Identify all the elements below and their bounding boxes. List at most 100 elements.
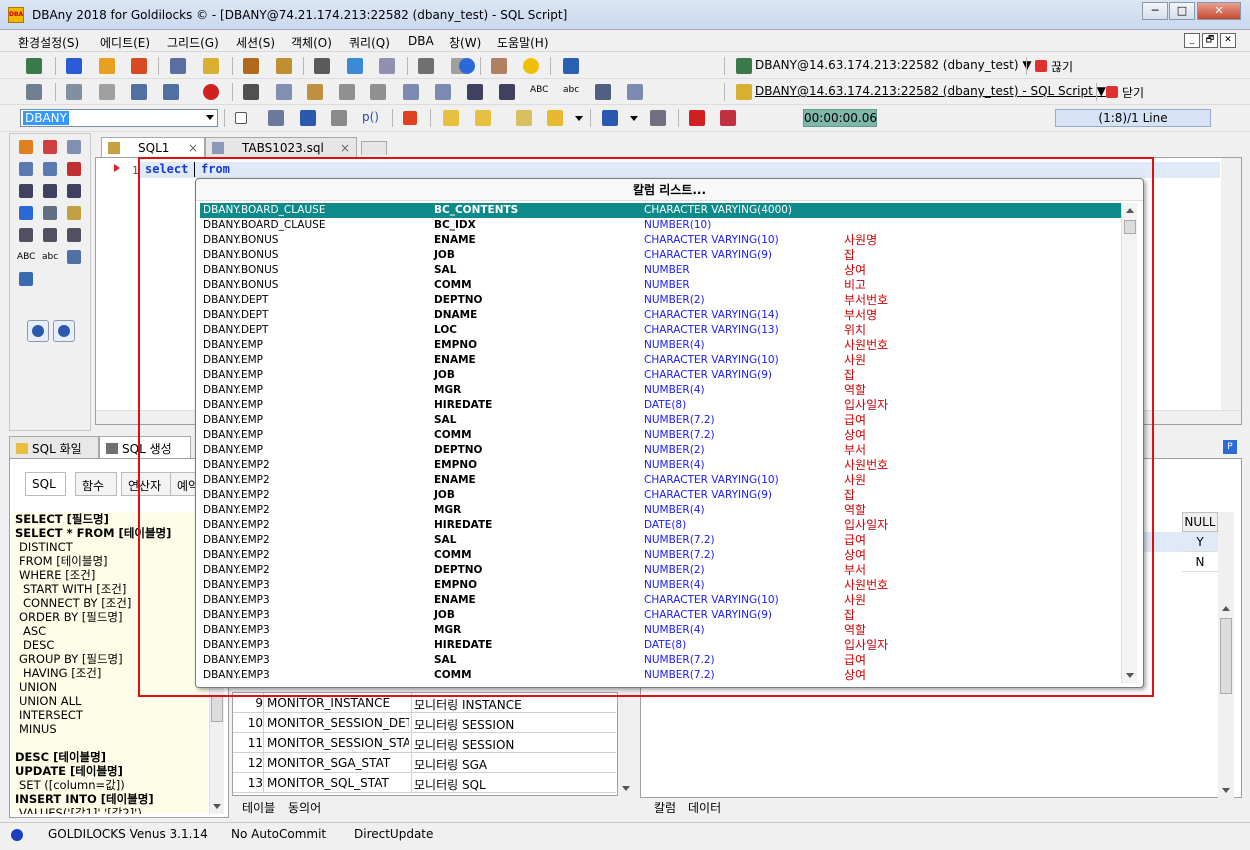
scroll-down-icon[interactable] bbox=[1126, 673, 1134, 678]
list-item[interactable]: DBANY.BOARD_CLAUSE BC_IDX NUMBER(10) bbox=[200, 218, 1121, 233]
grid-icon[interactable] bbox=[720, 110, 736, 126]
snippet-from[interactable]: FROM [테이블명] bbox=[15, 554, 208, 568]
snippet-update[interactable]: UPDATE [테이블명] bbox=[15, 764, 208, 778]
list-view-icon[interactable] bbox=[19, 272, 33, 286]
dba-icon[interactable] bbox=[523, 58, 539, 74]
tab-columns[interactable]: 칼럼 bbox=[654, 799, 676, 816]
menu-query[interactable]: 쿼리(Q) bbox=[349, 34, 390, 51]
list-item[interactable]: DBANY.EMP2 ENAME CHARACTER VARYING(10) 사원 bbox=[200, 473, 1121, 488]
list-icon[interactable] bbox=[170, 58, 186, 74]
open-dropdown-icon[interactable] bbox=[575, 116, 583, 125]
schema-select[interactable]: DBANY bbox=[20, 109, 218, 127]
menu-settings[interactable]: 환경설정(S) bbox=[18, 34, 79, 51]
arrow-right-icon[interactable] bbox=[66, 58, 82, 74]
list-item[interactable]: DBANY.EMP3 SAL NUMBER(7.2) 급여 bbox=[200, 653, 1121, 668]
popup-scroll-thumb[interactable] bbox=[1124, 220, 1136, 234]
folder-list-icon[interactable] bbox=[516, 110, 532, 126]
tab-sql1-close[interactable]: × bbox=[188, 141, 198, 155]
cut-icon[interactable] bbox=[243, 84, 259, 100]
editor-vscrollbar[interactable] bbox=[1221, 158, 1241, 410]
export-icon[interactable] bbox=[689, 110, 705, 126]
print-icon[interactable] bbox=[66, 84, 82, 100]
snippet-minus[interactable]: MINUS bbox=[15, 722, 208, 736]
list-item[interactable]: DBANY.EMP2 MGR NUMBER(4) 역할 bbox=[200, 503, 1121, 518]
tab-data[interactable]: 데이터 bbox=[688, 799, 721, 816]
popup-scrollbar[interactable] bbox=[1121, 203, 1137, 683]
list-item[interactable]: DBANY.EMP MGR NUMBER(4) 역할 bbox=[200, 383, 1121, 398]
menu-dba[interactable]: DBA bbox=[408, 34, 434, 48]
list-item[interactable]: DBANY.EMP3 HIREDATE DATE(8) 입사일자 bbox=[200, 638, 1121, 653]
mdi-restore-button[interactable]: 🗗 bbox=[1202, 33, 1218, 48]
menu-edit[interactable]: 에디트(E) bbox=[100, 34, 150, 51]
undo-button[interactable] bbox=[27, 320, 49, 342]
subtab-sql[interactable]: SQL bbox=[25, 472, 66, 496]
text-a-icon[interactable] bbox=[163, 84, 179, 100]
save-icon[interactable] bbox=[602, 110, 618, 126]
monitor-icon[interactable] bbox=[347, 58, 363, 74]
align-icon[interactable] bbox=[19, 184, 33, 198]
close-window-button[interactable]: 닫기 bbox=[1122, 84, 1144, 101]
menu-help[interactable]: 도움말(H) bbox=[497, 34, 549, 51]
list-item[interactable]: DBANY.DEPT LOC CHARACTER VARYING(13) 위치 bbox=[200, 323, 1121, 338]
list-item[interactable]: DBANY.EMP SAL NUMBER(7.2) 급여 bbox=[200, 413, 1121, 428]
replace-icon[interactable] bbox=[435, 84, 451, 100]
insert-icon[interactable] bbox=[19, 140, 33, 154]
list-item[interactable]: DBANY.BONUS SAL NUMBER 상여 bbox=[200, 263, 1121, 278]
tab-tabs1023-close[interactable]: × bbox=[340, 141, 350, 155]
snippet-connect-by[interactable]: CONNECT BY [조건] bbox=[15, 596, 208, 610]
schema-icon[interactable] bbox=[203, 58, 219, 74]
column-list[interactable]: DBANY.BOARD_CLAUSE BC_CONTENTS CHARACTER V… bbox=[200, 203, 1121, 683]
rows-icon[interactable] bbox=[67, 228, 81, 242]
list-item[interactable]: DBANY.BONUS ENAME CHARACTER VARYING(10) 사원명 bbox=[200, 233, 1121, 248]
redo-button[interactable] bbox=[53, 320, 75, 342]
list-item[interactable]: DBANY.EMP3 ENAME CHARACTER VARYING(10) 사원 bbox=[200, 593, 1121, 608]
snippet-scroll-thumb[interactable] bbox=[211, 696, 223, 722]
outdent-icon[interactable] bbox=[499, 84, 515, 100]
database-icon[interactable] bbox=[26, 58, 42, 74]
list-item[interactable]: DBANY.EMP2 EMPNO NUMBER(4) 사원번호 bbox=[200, 458, 1121, 473]
disconnect-button[interactable]: 끊기 bbox=[1051, 58, 1073, 75]
window-icon[interactable] bbox=[268, 110, 284, 126]
sql-snippet-list[interactable]: SELECT [필드명] SELECT * FROM [테이블명] DISTIN… bbox=[12, 512, 208, 814]
list-item[interactable]: DBANY.EMP3 EMPNO NUMBER(4) 사원번호 bbox=[200, 578, 1121, 593]
list-item[interactable]: DBANY.BONUS COMM NUMBER 비고 bbox=[200, 278, 1121, 293]
list-item[interactable]: DBANY.EMP3 COMM NUMBER(7.2) 상여 bbox=[200, 668, 1121, 683]
grid-scrollbar[interactable] bbox=[618, 692, 633, 796]
lower-case-button[interactable]: abc bbox=[42, 252, 58, 262]
list-item[interactable]: DBANY.BOARD_CLAUSE BC_CONTENTS CHARACTER V… bbox=[200, 203, 1121, 218]
table-row[interactable]: 11 MONITOR_SESSION_STAT 모니터링 SESSION bbox=[233, 733, 616, 753]
snippet-where[interactable]: WHERE [조건] bbox=[15, 568, 208, 582]
swap-icon[interactable] bbox=[43, 206, 57, 220]
list-item[interactable]: DBANY.EMP HIREDATE DATE(8) 입사일자 bbox=[200, 398, 1121, 413]
list-item[interactable]: DBANY.EMP ENAME CHARACTER VARYING(10) 사원 bbox=[200, 353, 1121, 368]
list-item[interactable]: DBANY.EMP3 JOB CHARACTER VARYING(9) 잡 bbox=[200, 608, 1121, 623]
document-icon[interactable] bbox=[339, 84, 355, 100]
save-script-icon[interactable] bbox=[300, 110, 316, 126]
window-select[interactable]: DBANY@14.63.174.213:22582 (dbany_test) -… bbox=[755, 84, 1106, 98]
search-icon[interactable] bbox=[19, 162, 33, 176]
indent-icon[interactable] bbox=[467, 84, 483, 100]
list-item[interactable]: DBANY.EMP3 MGR NUMBER(4) 역할 bbox=[200, 623, 1121, 638]
transfer-icon[interactable] bbox=[19, 206, 33, 220]
close-button[interactable]: ✕ bbox=[1197, 2, 1241, 20]
null-column-header[interactable]: NULL bbox=[1182, 512, 1218, 532]
remove-icon[interactable] bbox=[67, 162, 81, 176]
mdi-close-button[interactable]: ✕ bbox=[1220, 33, 1236, 48]
download-icon[interactable] bbox=[131, 58, 147, 74]
snippet-intersect[interactable]: INTERSECT bbox=[15, 708, 208, 722]
lock-icon[interactable] bbox=[276, 58, 292, 74]
scroll-down-icon[interactable] bbox=[622, 786, 630, 791]
binoculars-icon[interactable] bbox=[418, 58, 434, 74]
list-item[interactable]: DBANY.EMP2 JOB CHARACTER VARYING(9) 잡 bbox=[200, 488, 1121, 503]
help-icon[interactable] bbox=[459, 58, 475, 74]
plsql-button[interactable]: p() bbox=[362, 110, 379, 124]
columns-icon[interactable] bbox=[43, 228, 57, 242]
menu-grid[interactable]: 그리드(G) bbox=[167, 34, 219, 51]
snippet-values[interactable]: VALUES('[값1]','[값2]') bbox=[15, 806, 208, 814]
snippet-union-all[interactable]: UNION ALL bbox=[15, 694, 208, 708]
tools-icon[interactable] bbox=[26, 84, 42, 100]
autocommit-status[interactable]: No AutoCommit bbox=[231, 827, 326, 841]
snippet-distinct[interactable]: DISTINCT bbox=[15, 540, 208, 554]
list-item[interactable]: DBANY.EMP JOB CHARACTER VARYING(9) 잡 bbox=[200, 368, 1121, 383]
snippet-start-with[interactable]: START WITH [조건] bbox=[15, 582, 208, 596]
